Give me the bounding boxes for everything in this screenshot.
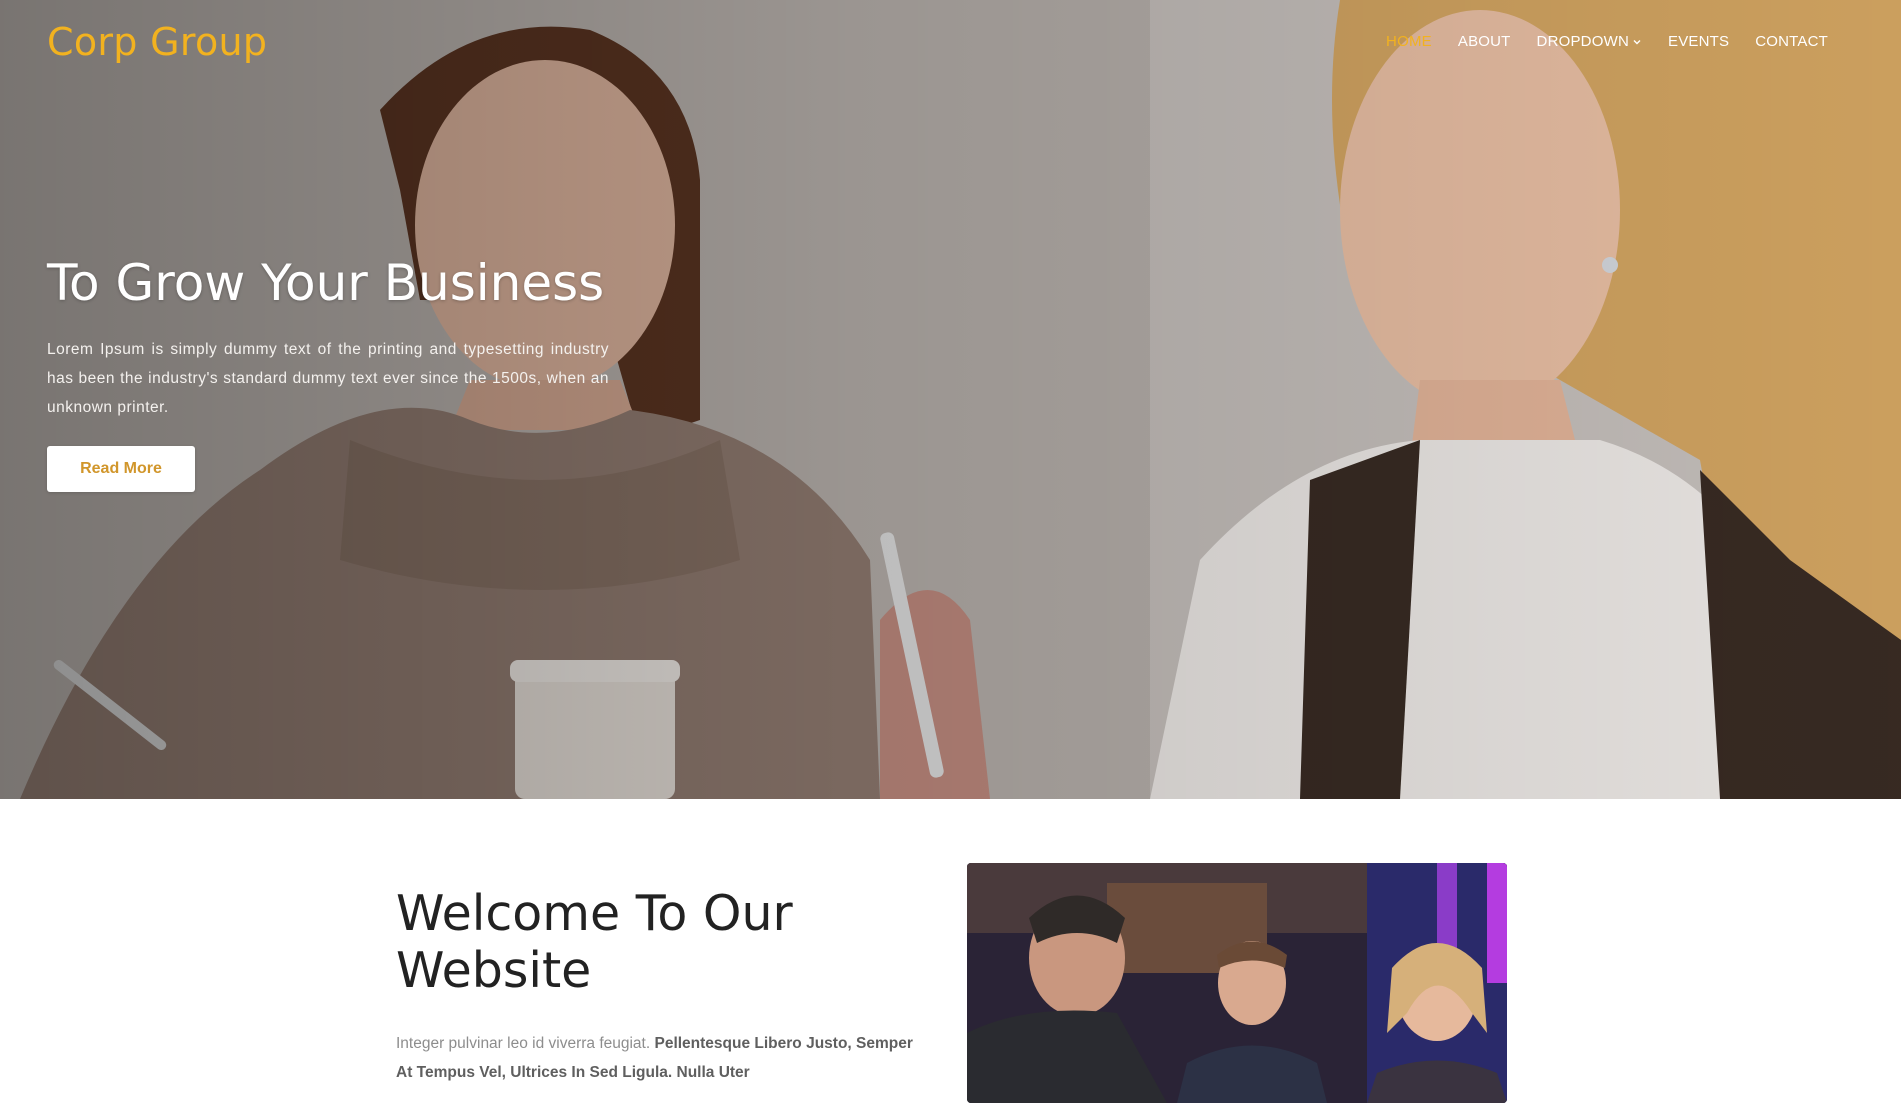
nav-item-events: EVENTS xyxy=(1655,33,1742,50)
welcome-title-line2: Website xyxy=(396,942,592,999)
brand-logo[interactable]: Corp Group xyxy=(47,20,267,64)
hero-title: To Grow Your Business xyxy=(47,254,605,312)
nav-item-about: ABOUT xyxy=(1445,33,1524,50)
nav-item-home: HOME xyxy=(1373,33,1445,50)
main-menu: HOME ABOUT DROPDOWN EVENTS CONTACT xyxy=(1373,33,1841,50)
welcome-title: Welcome To Our Website xyxy=(396,885,916,999)
nav-link-contact[interactable]: CONTACT xyxy=(1742,33,1841,50)
nav-link-home[interactable]: HOME xyxy=(1373,33,1445,50)
chevron-down-icon xyxy=(1633,40,1641,45)
nav-link-dropdown[interactable]: DROPDOWN xyxy=(1524,33,1655,50)
nav-item-dropdown: DROPDOWN xyxy=(1524,33,1655,50)
nav-link-events[interactable]: EVENTS xyxy=(1655,33,1742,50)
nav-link-about[interactable]: ABOUT xyxy=(1445,33,1524,50)
read-more-button[interactable]: Read More xyxy=(47,445,195,492)
welcome-content: Welcome To Our Website Integer pulvinar … xyxy=(396,885,916,1087)
welcome-text-plain: Integer pulvinar leo id viverra feugiat. xyxy=(396,1035,655,1052)
welcome-image xyxy=(967,863,1507,1103)
welcome-description: Integer pulvinar leo id viverra feugiat.… xyxy=(396,1029,916,1087)
hero-content: To Grow Your Business Lorem Ipsum is sim… xyxy=(47,254,609,492)
nav-dropdown-label: DROPDOWN xyxy=(1536,33,1629,50)
welcome-section: Welcome To Our Website Integer pulvinar … xyxy=(0,799,1901,1103)
navbar: Corp Group HOME ABOUT DROPDOWN EVENTS CO… xyxy=(0,0,1901,90)
hero-description: Lorem Ipsum is simply dummy text of the … xyxy=(47,340,609,416)
meeting-photo-graphic xyxy=(967,863,1507,1103)
welcome-title-line1: Welcome To Our xyxy=(396,885,793,942)
nav-item-contact: CONTACT xyxy=(1742,33,1841,50)
hero-section: Corp Group HOME ABOUT DROPDOWN EVENTS CO… xyxy=(0,0,1901,799)
